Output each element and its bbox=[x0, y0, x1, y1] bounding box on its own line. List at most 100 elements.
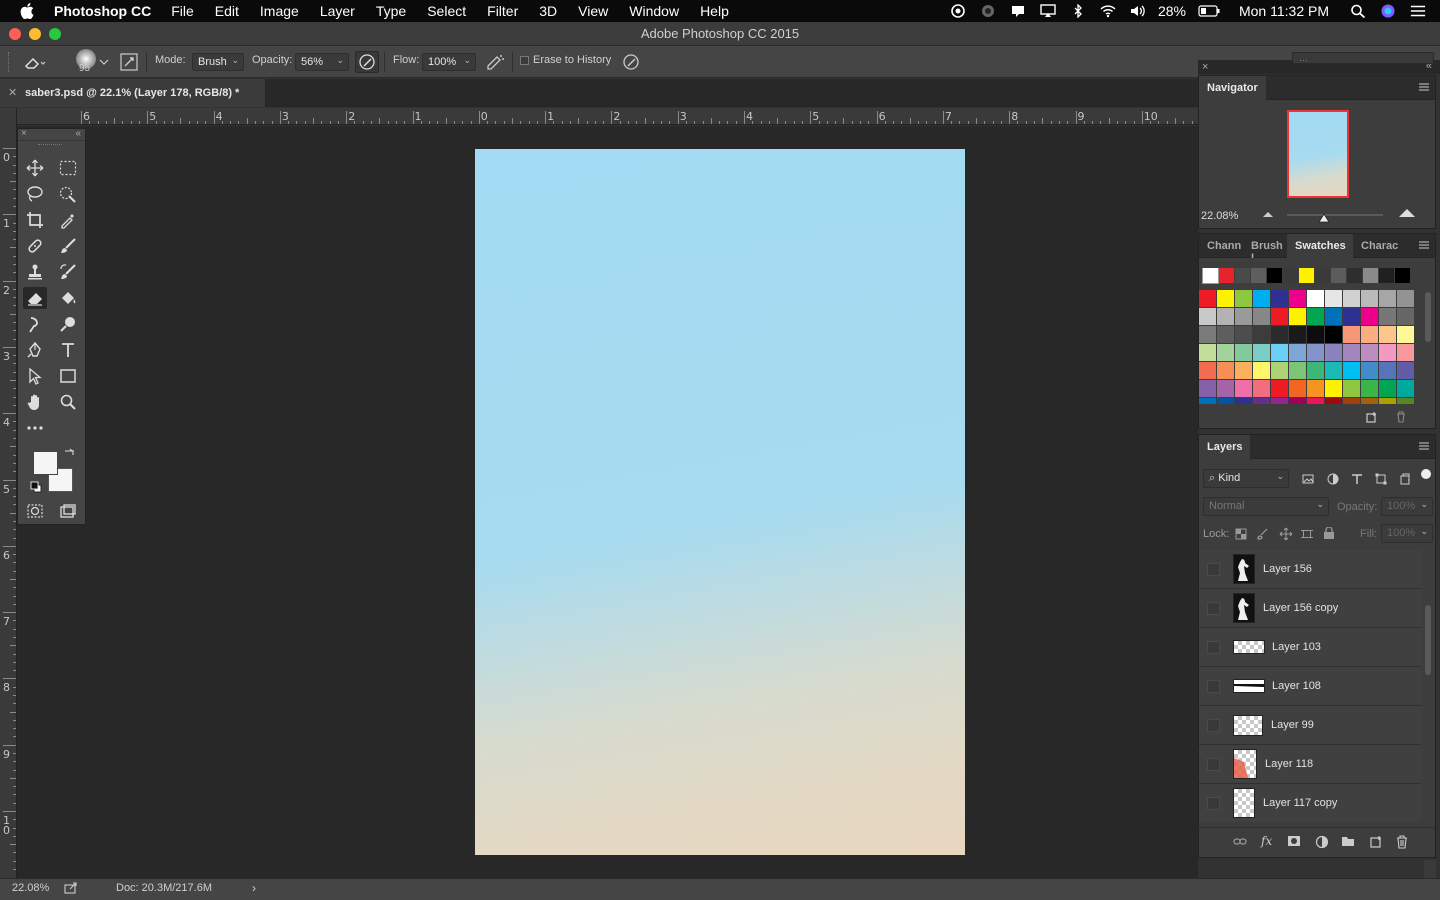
menu-window[interactable]: Window bbox=[629, 3, 679, 19]
wifi-icon[interactable] bbox=[1100, 4, 1116, 18]
close-panel-icon[interactable]: × bbox=[21, 128, 27, 139]
color-swatch[interactable] bbox=[1289, 344, 1306, 361]
sync-cloud-icon[interactable] bbox=[980, 4, 996, 18]
color-swatch[interactable] bbox=[1395, 268, 1410, 283]
color-swatch[interactable] bbox=[1361, 398, 1378, 404]
color-swatch[interactable] bbox=[1343, 290, 1360, 307]
airbrush-icon[interactable] bbox=[484, 52, 506, 72]
layer-row[interactable]: Layer 117 copy bbox=[1199, 784, 1421, 822]
filter-kind-select[interactable]: ⌕ Kind ⌄ bbox=[1203, 469, 1289, 488]
color-swatch[interactable] bbox=[1217, 326, 1234, 343]
layer-opacity-field[interactable]: 100% ⌄ bbox=[1381, 497, 1433, 516]
color-swatch[interactable] bbox=[1202, 268, 1219, 284]
panel-menu-icon[interactable] bbox=[1419, 241, 1429, 249]
color-swatch[interactable] bbox=[1283, 268, 1298, 283]
layer-row[interactable]: Layer 108 bbox=[1199, 667, 1421, 706]
color-swatch[interactable] bbox=[1361, 308, 1378, 325]
filter-toggle-switch[interactable] bbox=[1421, 469, 1431, 479]
close-document-icon[interactable]: ✕ bbox=[8, 86, 17, 99]
color-swatch[interactable] bbox=[1307, 290, 1324, 307]
lock-artboard-icon[interactable] bbox=[1301, 528, 1313, 540]
color-swatch[interactable] bbox=[1397, 362, 1414, 379]
bluetooth-icon[interactable] bbox=[1070, 4, 1086, 18]
color-swatch[interactable] bbox=[1199, 326, 1216, 343]
visibility-toggle[interactable] bbox=[1207, 797, 1220, 810]
menu-edit[interactable]: Edit bbox=[215, 3, 239, 19]
color-swatch[interactable] bbox=[1343, 326, 1360, 343]
foreground-color-top[interactable] bbox=[33, 451, 58, 475]
panel-dock-header[interactable]: × « … bbox=[1198, 52, 1440, 74]
spotlight-search-icon[interactable] bbox=[1350, 4, 1366, 18]
color-swatch[interactable] bbox=[1199, 344, 1216, 361]
color-swatch[interactable] bbox=[1217, 344, 1234, 361]
color-swatch[interactable] bbox=[1251, 268, 1266, 283]
lock-all-icon[interactable] bbox=[1323, 527, 1335, 540]
new-group-folder-icon[interactable] bbox=[1341, 835, 1355, 847]
color-swatch[interactable] bbox=[1217, 398, 1234, 404]
tab-layers[interactable]: Layers bbox=[1199, 435, 1251, 459]
partial-panel-header[interactable]: … bbox=[1292, 52, 1434, 64]
new-swatch-icon[interactable] bbox=[1366, 411, 1378, 423]
color-swatch[interactable] bbox=[1343, 308, 1360, 325]
color-swatch[interactable] bbox=[1361, 362, 1378, 379]
color-swatch[interactable] bbox=[1289, 308, 1306, 325]
color-swatch[interactable] bbox=[1253, 308, 1270, 325]
color-swatch[interactable] bbox=[1325, 308, 1342, 325]
color-swatch[interactable] bbox=[1217, 362, 1234, 379]
zoom-slider-track[interactable] bbox=[1287, 214, 1383, 216]
tab-brush[interactable]: Brush I bbox=[1243, 234, 1287, 258]
color-swatch[interactable] bbox=[1325, 380, 1342, 397]
siri-icon[interactable] bbox=[1380, 4, 1396, 18]
layer-row[interactable]: Layer 156 copy bbox=[1199, 589, 1421, 628]
color-swatch[interactable] bbox=[1397, 326, 1414, 343]
zoom-tool[interactable] bbox=[56, 391, 80, 413]
layer-row[interactable]: Layer 118 bbox=[1199, 745, 1421, 784]
collapse-panel-icon[interactable]: « bbox=[75, 128, 81, 139]
marquee-tool[interactable] bbox=[56, 157, 80, 179]
color-swatch[interactable] bbox=[1289, 326, 1306, 343]
fill-field[interactable]: 100% ⌄ bbox=[1381, 524, 1433, 543]
color-swatch[interactable] bbox=[1347, 268, 1362, 283]
zoom-in-icon[interactable] bbox=[1399, 209, 1415, 217]
mode-select[interactable]: Brush ⌄ bbox=[192, 53, 244, 71]
color-swatch[interactable] bbox=[1289, 398, 1306, 404]
volume-icon[interactable] bbox=[1130, 4, 1146, 18]
color-swatch[interactable] bbox=[1361, 290, 1378, 307]
quick-selection-tool[interactable] bbox=[56, 183, 80, 205]
color-swatch[interactable] bbox=[1397, 398, 1414, 404]
color-swatch[interactable] bbox=[1271, 380, 1288, 397]
color-swatch[interactable] bbox=[1361, 380, 1378, 397]
status-zoom[interactable]: 22.08% bbox=[12, 882, 49, 894]
color-swatch[interactable] bbox=[1235, 290, 1252, 307]
tab-navigator[interactable]: Navigator bbox=[1199, 76, 1266, 100]
menu-filter[interactable]: Filter bbox=[487, 3, 518, 19]
blend-mode-select[interactable]: Normal ⌄ bbox=[1203, 497, 1329, 516]
color-swatch[interactable] bbox=[1343, 380, 1360, 397]
opacity-field[interactable]: 56% ⌄ bbox=[295, 53, 349, 71]
color-swatch[interactable] bbox=[1343, 344, 1360, 361]
color-swatch[interactable] bbox=[1289, 380, 1306, 397]
document-canvas[interactable] bbox=[475, 149, 965, 855]
visibility-toggle[interactable] bbox=[1207, 563, 1220, 576]
menu-3d[interactable]: 3D bbox=[539, 3, 557, 19]
brush-tool[interactable] bbox=[56, 235, 80, 257]
color-swatch[interactable] bbox=[1253, 362, 1270, 379]
layer-name[interactable]: Layer 103 bbox=[1272, 641, 1321, 653]
color-swatch[interactable] bbox=[1361, 326, 1378, 343]
type-tool[interactable] bbox=[56, 339, 80, 361]
layer-row[interactable]: Layer 103 bbox=[1199, 628, 1421, 667]
filter-pixel-icon[interactable] bbox=[1302, 473, 1314, 485]
layer-name[interactable]: Layer 156 copy bbox=[1263, 602, 1338, 614]
color-swatch[interactable] bbox=[1307, 362, 1324, 379]
apple-logo-icon[interactable] bbox=[20, 3, 34, 19]
panel-menu-icon[interactable] bbox=[1419, 442, 1429, 450]
tab-character[interactable]: Charac bbox=[1353, 234, 1403, 258]
history-brush-tool[interactable] bbox=[56, 261, 80, 283]
color-swatch[interactable] bbox=[1307, 380, 1324, 397]
color-swatch[interactable] bbox=[1253, 398, 1270, 404]
navigator-header[interactable]: Navigator bbox=[1199, 76, 1435, 100]
visibility-toggle[interactable] bbox=[1207, 758, 1220, 771]
status-doc-size[interactable]: Doc: 20.3M/217.6M bbox=[116, 882, 212, 894]
layer-thumbnail[interactable] bbox=[1233, 788, 1255, 818]
color-swatch[interactable] bbox=[1271, 362, 1288, 379]
